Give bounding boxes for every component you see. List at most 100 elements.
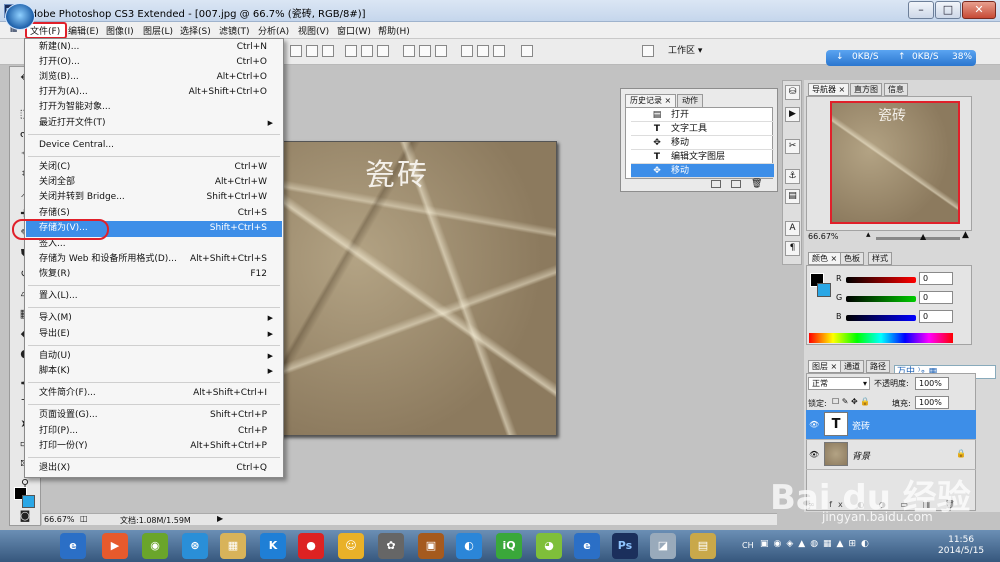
tab-close-icon[interactable]: ×	[839, 85, 846, 94]
menu-item-close[interactable]: 关闭(C) Ctrl+W	[39, 160, 279, 175]
maximize-button[interactable]: □	[935, 1, 961, 19]
distribute-right-icon[interactable]	[493, 45, 505, 57]
app-icon[interactable]: ◐	[456, 533, 482, 559]
distribute-hcenter-icon[interactable]	[477, 45, 489, 57]
tab-layers[interactable]: 图层 ×	[808, 360, 842, 373]
align-bottom-icon[interactable]	[322, 45, 334, 57]
minimize-button[interactable]: –	[908, 1, 934, 19]
history-row[interactable]: ✥ 移动	[631, 136, 774, 150]
kugou-icon[interactable]: K	[260, 533, 286, 559]
tab-paths[interactable]: 路径	[866, 360, 890, 373]
media-player-icon[interactable]: ▶	[102, 533, 128, 559]
tab-history[interactable]: 历史记录 ×	[625, 94, 677, 107]
distribute-left-icon[interactable]	[461, 45, 473, 57]
start-button[interactable]	[5, 3, 35, 30]
app-icon[interactable]: ▤	[690, 533, 716, 559]
background-color-swatch[interactable]	[22, 495, 35, 508]
menu-item-import[interactable]: 导入(M) ▶	[39, 311, 279, 326]
character-panel-icon[interactable]: A	[785, 221, 800, 236]
channel-g-slider[interactable]	[846, 296, 916, 302]
new-document-from-state-icon[interactable]	[711, 180, 721, 188]
history-row[interactable]: ▤ 打开	[631, 108, 774, 122]
navigator-zoom[interactable]: 66.67%	[808, 232, 839, 241]
menu-item-recent[interactable]: 最近打开文件(T) ▶	[39, 116, 279, 131]
menu-analysis[interactable]: 分析(A)	[258, 24, 289, 37]
menu-item-place[interactable]: 置入(L)...	[39, 289, 279, 304]
menu-edit[interactable]: 编辑(E)	[68, 24, 99, 37]
app-icon[interactable]: ☺	[338, 533, 364, 559]
tab-info[interactable]: 信息	[884, 83, 908, 96]
eye-icon[interactable]: 👁	[809, 450, 819, 459]
lock-icons[interactable]: ☐ ✎ ✥ 🔒	[832, 397, 870, 406]
tab-channels[interactable]: 通道	[840, 360, 864, 373]
channel-r-input[interactable]: 0	[919, 272, 953, 285]
app-icon[interactable]: ▣	[418, 533, 444, 559]
layer-name[interactable]: 背景	[852, 449, 870, 462]
menu-item-new[interactable]: 新建(N)... Ctrl+N	[39, 40, 279, 55]
navigator-thumbnail[interactable]: 瓷砖	[830, 101, 960, 224]
app-icon[interactable]: ●	[298, 533, 324, 559]
layer-comps-icon[interactable]: ▤	[785, 189, 800, 204]
navigator-slider-thumb-icon[interactable]: ▲	[920, 232, 926, 241]
fill-input[interactable]: 100%	[915, 396, 949, 409]
menu-item-export[interactable]: 导出(E) ▶	[39, 327, 279, 342]
navigator-zoom-slider[interactable]	[876, 237, 960, 240]
menu-item-close-bridge[interactable]: 关闭并转到 Bridge... Shift+Ctrl+W	[39, 190, 279, 205]
tool-presets-icon[interactable]: ▶	[785, 107, 800, 122]
menu-item-open[interactable]: 打开(O)... Ctrl+O	[39, 55, 279, 70]
tab-color[interactable]: 颜色 ×	[808, 252, 842, 265]
menu-item-automate[interactable]: 自动(U) ▶	[39, 349, 279, 364]
tray-icons[interactable]: ▣◉◈▲◍▦▲⊞◐	[760, 539, 874, 549]
menu-select[interactable]: 选择(S)	[180, 24, 211, 37]
align-left-icon[interactable]	[345, 45, 357, 57]
color-background-swatch[interactable]	[817, 283, 831, 297]
menu-item-revert[interactable]: 恢复(R) F12	[39, 267, 279, 282]
channel-g-input[interactable]: 0	[919, 291, 953, 304]
menu-item-print[interactable]: 打印(P)... Ctrl+P	[39, 424, 279, 439]
snapshot-icon[interactable]	[731, 180, 741, 188]
tab-navigator[interactable]: 导航器 ×	[808, 83, 850, 96]
history-row[interactable]: T 文字工具	[631, 122, 774, 136]
zoom-in-icon[interactable]: ▲	[962, 230, 969, 240]
menu-item-scripts[interactable]: 脚本(K) ▶	[39, 364, 279, 379]
menu-window[interactable]: 窗口(W)	[337, 24, 371, 37]
folder-icon[interactable]: ▦	[220, 533, 246, 559]
menu-item-open-as[interactable]: 打开为(A)... Alt+Shift+Ctrl+O	[39, 85, 279, 100]
clone-source-icon[interactable]: ✂	[785, 139, 800, 154]
close-button[interactable]: ✕	[962, 1, 996, 19]
tab-actions[interactable]: 动作	[677, 94, 703, 107]
align-vcenter-icon[interactable]	[306, 45, 318, 57]
distribute-top-icon[interactable]	[403, 45, 415, 57]
channel-b-slider[interactable]	[846, 315, 916, 321]
photoshop-taskbar-icon[interactable]: Ps	[612, 533, 638, 559]
status-arrow-icon[interactable]: ▶	[217, 514, 223, 523]
tab-close-icon[interactable]: ×	[831, 362, 838, 371]
menu-layer[interactable]: 图层(L)	[143, 24, 173, 37]
menu-item-file-info[interactable]: 文件简介(F)... Alt+Shift+Ctrl+I	[39, 386, 279, 401]
history-row-selected[interactable]: ✥ 移动	[631, 164, 774, 178]
tab-styles[interactable]: 样式	[868, 252, 892, 265]
auto-align-icon[interactable]	[521, 45, 533, 57]
align-hcenter-icon[interactable]	[361, 45, 373, 57]
menu-filter[interactable]: 滤镜(T)	[219, 24, 250, 37]
color-spectrum-bar[interactable]	[809, 333, 953, 343]
channel-r-slider[interactable]	[846, 277, 916, 283]
app-icon[interactable]: ◉	[142, 533, 168, 559]
status-nav-icon[interactable]: ◫	[80, 514, 88, 523]
tab-close-icon[interactable]: ×	[665, 96, 672, 105]
opacity-input[interactable]: 100%	[915, 377, 949, 390]
history-row[interactable]: T 编辑文字图层	[631, 150, 774, 164]
tab-histogram[interactable]: 直方图	[850, 83, 882, 96]
menu-item-open-smart-object[interactable]: 打开为智能对象...	[39, 100, 279, 115]
blend-mode-select[interactable]: 正常 ▾	[808, 377, 870, 390]
eye-icon[interactable]: 👁	[809, 420, 819, 429]
layer-name[interactable]: 瓷砖	[852, 419, 870, 432]
distribute-vcenter-icon[interactable]	[419, 45, 431, 57]
app-icon[interactable]: ✿	[378, 533, 404, 559]
align-top-icon[interactable]	[290, 45, 302, 57]
brushes-panel-icon[interactable]: ⛁	[785, 85, 800, 100]
iqiyi-icon[interactable]: iQ	[496, 533, 522, 559]
zoom-out-icon[interactable]: ▴	[866, 230, 871, 240]
bridge-icon[interactable]	[642, 45, 654, 57]
status-zoom[interactable]: 66.67%	[44, 515, 75, 524]
